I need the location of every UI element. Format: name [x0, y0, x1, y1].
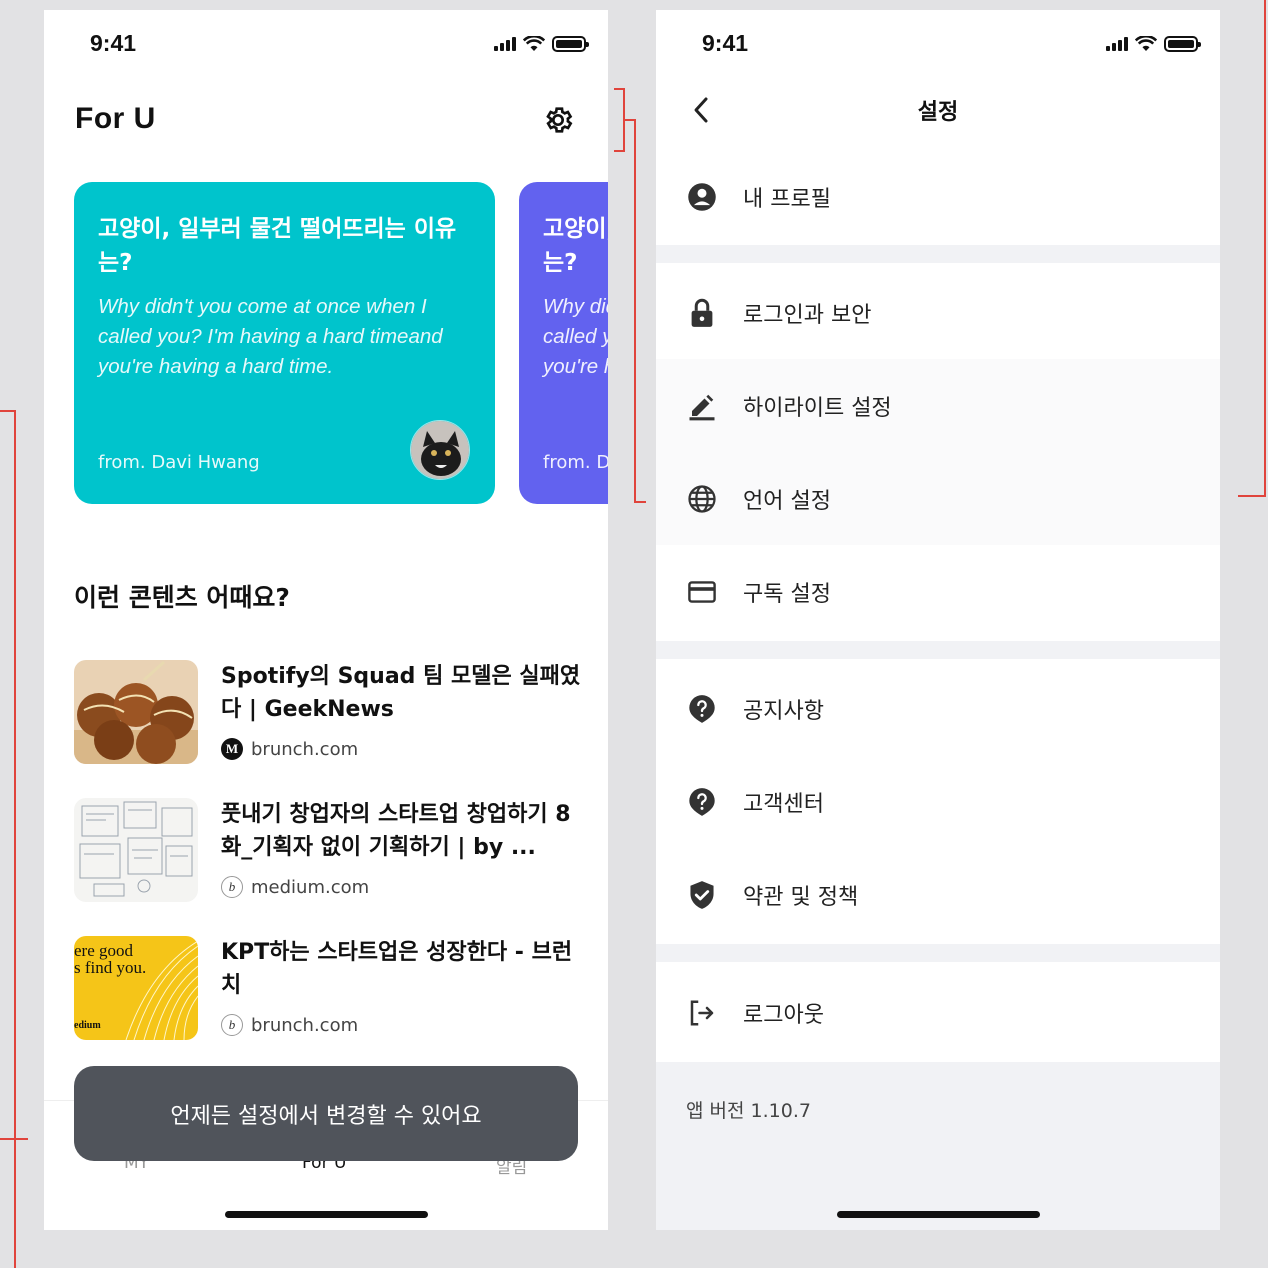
shield-check-icon — [686, 879, 718, 911]
thumbnail-brand: edium — [74, 1020, 101, 1031]
page-title: 설정 — [917, 100, 959, 125]
settings-group: 로그인과 보안 하이라이트 설정 언어 설정 구독 설정 — [656, 263, 1220, 641]
settings-button[interactable] — [540, 102, 576, 138]
article-title: KPT하는 스타트업은 성장한다 - 브런치 — [221, 940, 573, 998]
lock-icon — [686, 297, 718, 329]
card-from: from. Davi Hwang — [98, 452, 260, 473]
account-circle-icon — [686, 181, 718, 213]
navigation-bar: 설정 — [656, 80, 1220, 156]
app-version: 앱 버전 1.10.7 — [686, 1100, 811, 1122]
brunch-logo-icon: b — [221, 876, 243, 898]
gear-icon — [546, 107, 573, 133]
card-body: Why didn't you come at once when I calle… — [98, 295, 443, 378]
annotation-line — [1238, 495, 1266, 497]
status-time: 9:41 — [90, 30, 137, 56]
settings-group: 로그아웃 — [656, 962, 1220, 1062]
brunch-logo-icon: b — [221, 1014, 243, 1036]
annotation-line — [634, 119, 636, 502]
card-from: from. Davi Hwang — [543, 452, 608, 473]
story-card[interactable]: 고양이, 일부러 물건 떨어뜨리는 이유는? Why didn't you co… — [519, 182, 608, 504]
annotation-arrow — [0, 1138, 28, 1140]
medium-logo-icon: M — [221, 738, 243, 760]
settings-item-label: 로그아웃 — [743, 1002, 824, 1028]
settings-item-notice[interactable]: 공지사항 — [656, 662, 1220, 755]
article-thumbnail: ere good s find you. edium — [74, 936, 198, 1040]
settings-item-customer-center[interactable]: 고객센터 — [656, 755, 1220, 848]
avatar — [410, 420, 470, 480]
article-thumbnail — [74, 660, 198, 764]
settings-item-label: 로그인과 보안 — [743, 302, 872, 328]
credit-card-icon — [686, 576, 718, 608]
settings-item-label: 공지사항 — [743, 698, 824, 724]
settings-item-subscription[interactable]: 구독 설정 — [656, 545, 1220, 638]
settings-item-profile[interactable]: 내 프로필 — [656, 150, 1220, 243]
settings-item-label: 약관 및 정책 — [743, 884, 859, 910]
home-indicator — [837, 1211, 1040, 1218]
annotation-arrow — [634, 501, 646, 503]
section-title: 이런 콘텐츠 어때요? — [74, 583, 290, 612]
status-bar: 9:41 — [44, 10, 608, 80]
cellular-signal-icon — [494, 37, 516, 51]
article-title: 풋내기 창업자의 스타트업 창업하기 8화_기획자 없이 기획하기 | by .… — [221, 802, 571, 860]
annotation-line — [0, 410, 16, 412]
settings-item-logout[interactable]: 로그아웃 — [656, 966, 1220, 1059]
article-source: brunch.com — [251, 738, 359, 760]
page-title: For U — [75, 102, 156, 135]
article-source: medium.com — [251, 876, 370, 898]
pen-icon — [686, 390, 718, 422]
settings-item-label: 고객센터 — [743, 791, 824, 817]
settings-screen: 9:41 설정 내 프로필 로그인과 보안 하이라이트 설정 언어 설정 구독 … — [656, 10, 1220, 1230]
settings-item-label: 언어 설정 — [743, 488, 831, 514]
settings-item-terms[interactable]: 약관 및 정책 — [656, 848, 1220, 941]
home-indicator — [225, 1211, 428, 1218]
settings-item-highlight[interactable]: 하이라이트 설정 — [656, 359, 1220, 452]
cellular-signal-icon — [1106, 37, 1128, 51]
settings-item-language[interactable]: 언어 설정 — [656, 452, 1220, 545]
wifi-icon — [1135, 36, 1157, 51]
article-thumbnail — [74, 798, 198, 902]
settings-item-label: 내 프로필 — [743, 186, 831, 212]
annotation-line — [1264, 0, 1266, 496]
status-bar: 9:41 — [656, 10, 1220, 80]
settings-group: 내 프로필 — [656, 150, 1220, 245]
list-item[interactable]: ere good s find you. edium KPT하는 스타트업은 성… — [74, 936, 584, 1040]
list-item[interactable]: Spotify의 Squad 팀 모델은 실패였다 | GeekNews M b… — [74, 660, 584, 764]
toast-message: 언제든 설정에서 변경할 수 있어요 — [74, 1066, 578, 1161]
article-source: brunch.com — [251, 1014, 359, 1036]
globe-icon — [686, 483, 718, 515]
annotation-bracket — [614, 150, 625, 152]
card-body: Why didn't you come at once when I calle… — [543, 295, 608, 378]
help-bubble-icon — [686, 693, 718, 725]
story-card[interactable]: 고양이, 일부러 물건 떨어뜨리는 이유는? Why didn't you co… — [74, 182, 495, 504]
help-bubble-icon — [686, 786, 718, 818]
for-u-screen: 9:41 For U 고양이, 일부러 물건 떨어뜨리는 이유는? Why di… — [44, 10, 608, 1230]
settings-item-label: 하이라이트 설정 — [743, 395, 892, 421]
card-title: 고양이, 일부러 물건 떨어뜨리는 이유는? — [543, 216, 608, 276]
thumbnail-text: ere good s find you. — [74, 941, 147, 977]
card-title: 고양이, 일부러 물건 떨어뜨리는 이유는? — [98, 216, 457, 276]
logout-icon — [686, 997, 718, 1029]
settings-group: 공지사항 고객센터 약관 및 정책 — [656, 659, 1220, 944]
article-title: Spotify의 Squad 팀 모델은 실패였다 | GeekNews — [221, 664, 581, 722]
list-item[interactable]: 풋내기 창업자의 스타트업 창업하기 8화_기획자 없이 기획하기 | by .… — [74, 798, 584, 902]
status-time: 9:41 — [702, 30, 749, 56]
battery-icon — [552, 36, 589, 52]
settings-item-login-security[interactable]: 로그인과 보안 — [656, 266, 1220, 359]
battery-icon — [1164, 36, 1201, 52]
settings-item-label: 구독 설정 — [743, 581, 831, 607]
wifi-icon — [523, 36, 545, 51]
